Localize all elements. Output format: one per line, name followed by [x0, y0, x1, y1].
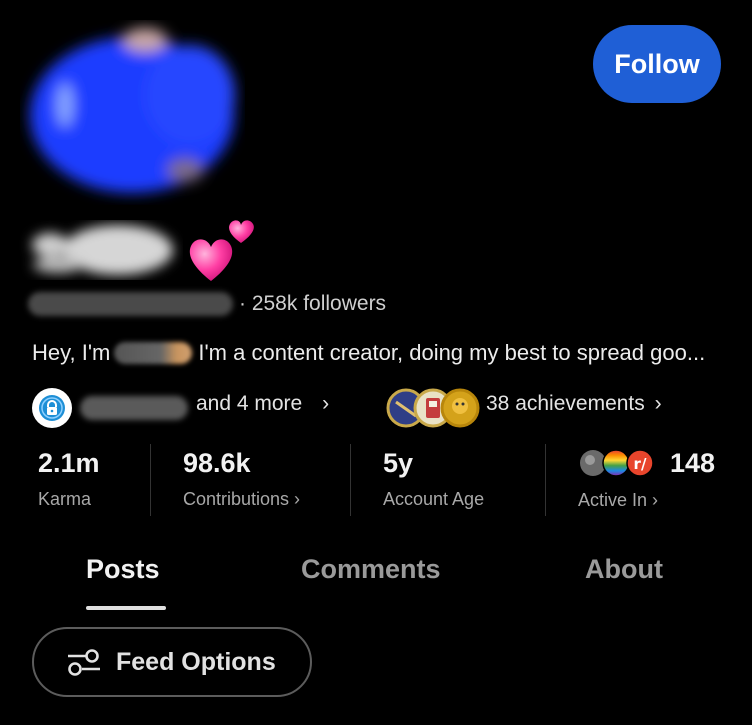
username — [28, 292, 233, 316]
feed-options-label: Feed Options — [116, 647, 276, 676]
stat-contributions[interactable]: 98.6k Contributions › — [183, 440, 300, 520]
follow-button[interactable]: Follow — [593, 25, 721, 103]
active-in-value: 148 — [670, 448, 716, 478]
stats-row: 2.1m Karma 98.6k Contributions › 5y Acco… — [0, 440, 752, 520]
bio-prefix: Hey, I'm — [32, 340, 111, 365]
contributions-label: Contributions › — [183, 489, 301, 509]
bio: Hey, I'm I'm a content creator, doing my… — [32, 336, 705, 370]
divider — [350, 444, 351, 516]
shield-icon[interactable] — [32, 388, 72, 428]
more-badges-text: and 4 more — [196, 392, 303, 415]
username-row: · 258k followers — [28, 288, 386, 320]
more-badges-link[interactable]: and 4 more › — [196, 392, 329, 416]
stat-karma: 2.1m Karma — [38, 440, 100, 520]
achievement-coins-icon — [386, 388, 480, 428]
divider — [150, 444, 151, 516]
active-tab-indicator — [86, 606, 166, 610]
followers-count: · 258k followers — [239, 292, 387, 315]
profile-tabs: Posts Comments About — [0, 548, 752, 613]
active-in-label: Active In › — [578, 489, 659, 510]
chevron-right-icon: › — [654, 392, 662, 415]
karma-label: Karma — [38, 489, 92, 509]
tab-comments[interactable]: Comments — [301, 554, 441, 585]
feed-options-button[interactable]: Feed Options — [32, 627, 312, 697]
chevron-right-icon: › — [322, 392, 330, 415]
hearts-icon — [189, 220, 254, 281]
account-age-value: 5y — [383, 448, 414, 478]
karma-value: 2.1m — [38, 448, 100, 478]
tab-posts[interactable]: Posts — [86, 554, 160, 585]
account-age-label: Account Age — [383, 489, 485, 509]
svg-text:r/: r/ — [634, 455, 647, 473]
bio-redacted-name — [114, 342, 193, 364]
avatar — [30, 28, 235, 193]
bio-text: I'm a content creator, doing my best to … — [198, 340, 706, 365]
stat-active-in[interactable]: r/ 148 Active In › — [578, 440, 715, 520]
badge-name — [80, 396, 188, 420]
tab-about[interactable]: About — [585, 554, 663, 585]
achievements-text: 38 achievements — [486, 392, 645, 415]
community-icons: r/ — [580, 449, 654, 477]
badges-row: and 4 more › 38 achievements › — [32, 388, 732, 428]
divider — [545, 444, 546, 516]
stat-account-age: 5y Account Age — [383, 440, 484, 520]
display-name — [32, 225, 173, 275]
contributions-value: 98.6k — [183, 448, 251, 478]
sliders-icon — [68, 649, 100, 676]
achievements-link[interactable]: 38 achievements › — [486, 392, 662, 416]
